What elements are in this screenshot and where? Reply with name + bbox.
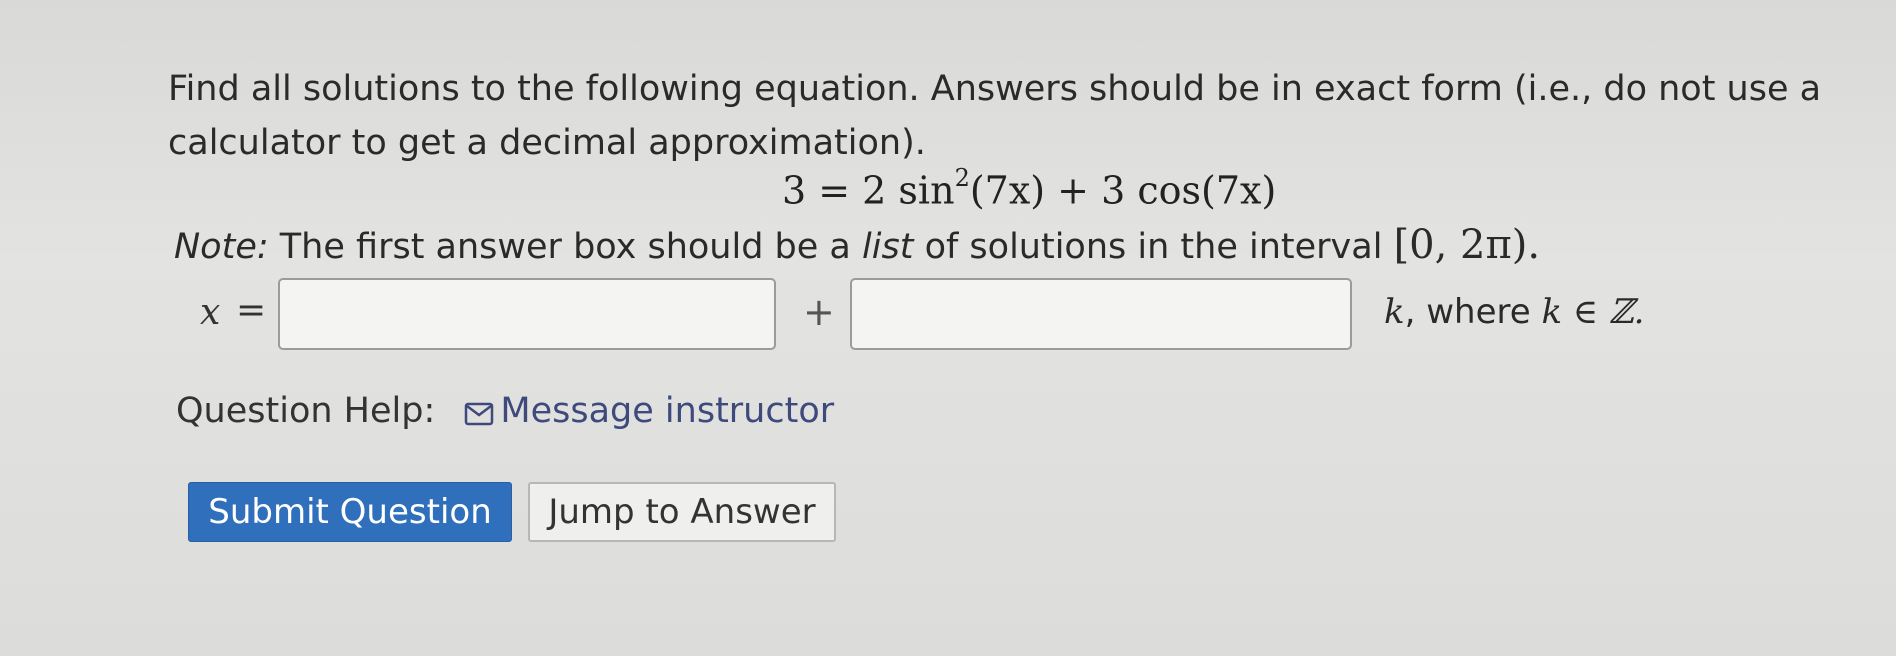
question-text: Find all solutions to the following equa…	[168, 62, 1828, 170]
note-line: Note: The first answer box should be a l…	[174, 222, 1540, 268]
note-text-1: The first answer box should be a	[279, 227, 851, 267]
solutions-list-input[interactable]	[278, 278, 776, 350]
note-label: Note:	[174, 227, 269, 267]
equation-exponent: 2	[954, 164, 970, 192]
mail-icon	[464, 395, 494, 435]
message-instructor-label: Message instructor	[500, 391, 835, 431]
answer-suffix-set: k ∈ ℤ.	[1541, 292, 1645, 332]
answer-suffix-k: k	[1384, 292, 1405, 332]
equation: 3 = 2 sin2(7x) + 3 cos(7x)	[782, 164, 1277, 213]
submit-question-button[interactable]: Submit Question	[188, 482, 512, 542]
question-help: Question Help: Message instructor	[176, 391, 834, 435]
note-emphasis: list	[862, 227, 914, 267]
period-input[interactable]	[850, 278, 1352, 350]
answer-suffix: k, where k ∈ ℤ.	[1384, 292, 1644, 332]
answer-variable: x	[200, 292, 221, 333]
jump-to-answer-button[interactable]: Jump to Answer	[528, 482, 836, 542]
equation-rhs: (7x) + 3 cos(7x)	[969, 168, 1277, 213]
note-interval: [0, 2π).	[1393, 222, 1541, 268]
message-instructor-link[interactable]: Message instructor	[464, 391, 834, 431]
note-text-2: of solutions in the interval	[924, 227, 1383, 267]
question-help-label: Question Help:	[176, 391, 436, 431]
answer-plus: +	[803, 290, 835, 334]
equation-lhs: 3 = 2 sin	[782, 168, 955, 213]
answer-equals: =	[236, 290, 267, 331]
answer-row: x = + k, where k ∈ ℤ.	[200, 276, 1700, 354]
question-prompt: Find all solutions to the following equa…	[168, 69, 1822, 163]
answer-suffix-text: , where	[1404, 292, 1531, 332]
